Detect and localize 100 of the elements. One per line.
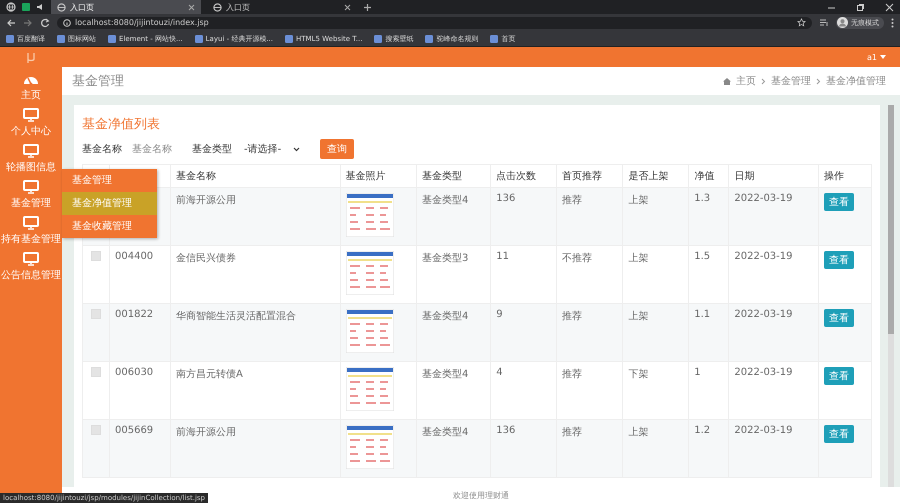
chevron-icon [293, 146, 300, 152]
table-cell: 1.2 [694, 425, 710, 436]
table-cell: 2022-03-19 [734, 251, 793, 262]
table-cell: 前海开源公用 [176, 195, 236, 206]
row-checkbox[interactable] [91, 425, 101, 435]
caret-icon [880, 55, 886, 59]
document-thumbnail [346, 251, 394, 295]
monitor-icon [23, 144, 39, 158]
table-cell: 上架 [628, 195, 648, 206]
bookmark-icon [285, 34, 294, 42]
address-field[interactable]: localhost:8080/jijintouzi/index.jsp [57, 16, 812, 28]
table-cell: 基金类型4 [422, 369, 468, 380]
browser-tab[interactable]: 入口页 [51, 0, 201, 14]
sidebar-item[interactable]: 基金管理 [11, 180, 51, 216]
row-checkbox[interactable] [91, 367, 101, 377]
document-thumbnail [346, 193, 394, 237]
table-cell: 下架 [628, 369, 648, 380]
table-cell: 9 [496, 309, 503, 320]
monitor-icon [23, 252, 39, 266]
browser-tab[interactable]: 入口页 [207, 0, 357, 14]
table-cell: 华商智能生活灵活配置混合 [176, 311, 296, 322]
breadcrumb-link[interactable]: 基金净值管理 [826, 74, 886, 88]
bookmark-icon [194, 34, 203, 42]
info-icon [63, 18, 71, 26]
tab-title: 入口页 [226, 2, 251, 12]
globe-icon[interactable] [6, 2, 16, 12]
table-cell: 136 [496, 425, 516, 436]
table-cell: 006030 [115, 367, 154, 378]
table-cell: 基金类型4 [422, 195, 468, 206]
table-cell: 136 [496, 193, 516, 204]
close-icon[interactable] [885, 2, 894, 12]
row-checkbox[interactable] [91, 309, 101, 319]
view-button[interactable]: 查看 [824, 425, 854, 443]
table-cell: 004400 [115, 251, 154, 262]
table-cell: 南方昌元转债A [176, 369, 243, 380]
footer-text: 欢迎使用理财通 [453, 490, 509, 500]
breadcrumb-link[interactable]: 基金管理 [771, 74, 811, 88]
bookmark-icon [57, 34, 65, 42]
table-cell: 11 [496, 251, 509, 262]
card-title: 基金净值列表 [82, 116, 161, 133]
back-icon[interactable] [6, 18, 16, 28]
field-label: 基金类型 [192, 142, 232, 156]
table-cell: 推荐 [562, 311, 582, 322]
view-button[interactable]: 查看 [824, 367, 854, 385]
table-cell: 2022-03-19 [734, 193, 793, 204]
row-checkbox[interactable] [91, 251, 101, 261]
search-button[interactable]: 查询 [320, 139, 354, 159]
column-header: 日期 [728, 164, 818, 188]
more-icon[interactable] [891, 18, 894, 28]
restore-icon[interactable] [856, 2, 865, 12]
table-cell: 1.3 [694, 193, 710, 204]
monitor-icon [23, 180, 39, 194]
bookmark-icon [108, 34, 116, 42]
monitor-icon [23, 216, 39, 230]
sidebar-item[interactable]: 持有基金管理 [1, 216, 61, 252]
sidebar-item[interactable]: 主页 [21, 72, 41, 108]
view-button[interactable]: 查看 [824, 251, 854, 269]
forward-icon[interactable] [23, 18, 33, 28]
table-cell: 1 [694, 367, 701, 378]
table-cell: 不推荐 [562, 253, 592, 264]
breadcrumb-link[interactable]: 主页 [736, 74, 756, 88]
reload-icon[interactable] [40, 18, 50, 28]
type-select[interactable]: -请选择- [240, 140, 304, 158]
table-cell: 上架 [628, 253, 648, 264]
chevron-icon [761, 78, 766, 84]
sidebar-item[interactable]: 公告信息管理 [1, 252, 61, 288]
table-cell: 推荐 [562, 369, 582, 380]
table-cell: 2022-03-19 [734, 425, 793, 436]
globe-icon [57, 2, 66, 12]
document-thumbnail [346, 425, 394, 469]
close-icon[interactable] [344, 4, 351, 10]
table-cell: 金信民兴债券 [176, 253, 236, 264]
column-header: 基金名称 [170, 164, 340, 188]
table-cell: 基金类型4 [422, 311, 468, 322]
table-cell: 推荐 [562, 427, 582, 438]
table-cell: 1.1 [694, 309, 710, 320]
speaker-icon[interactable] [36, 3, 45, 11]
table-cell: 基金类型4 [422, 427, 468, 438]
table-cell: 005669 [115, 425, 154, 436]
plus-icon[interactable] [363, 2, 372, 12]
home-icon [723, 78, 731, 84]
table-cell: 基金类型3 [422, 253, 468, 264]
document-thumbnail [346, 309, 394, 353]
scrollbar[interactable] [888, 105, 894, 487]
submenu-item[interactable]: 基金净值管理 [62, 192, 157, 215]
table-cell: 4 [496, 367, 503, 378]
table-cell: 2022-03-19 [734, 367, 793, 378]
submenu-item[interactable]: 基金管理 [62, 169, 157, 192]
sidebar-item[interactable]: 轮播图信息 [6, 144, 56, 180]
star-icon[interactable] [797, 18, 806, 27]
chevron-icon [816, 78, 821, 84]
media-icon[interactable] [819, 18, 829, 27]
view-button[interactable]: 查看 [824, 193, 854, 211]
bookmark-icon [490, 34, 498, 42]
submenu-item[interactable]: 基金收藏管理 [62, 215, 157, 238]
user-menu[interactable]: a1 [867, 52, 886, 62]
sidebar-item[interactable]: 个人中心 [11, 108, 51, 144]
view-button[interactable]: 查看 [824, 309, 854, 327]
table-cell: 001822 [115, 309, 154, 320]
table-cell: 上架 [628, 427, 648, 438]
